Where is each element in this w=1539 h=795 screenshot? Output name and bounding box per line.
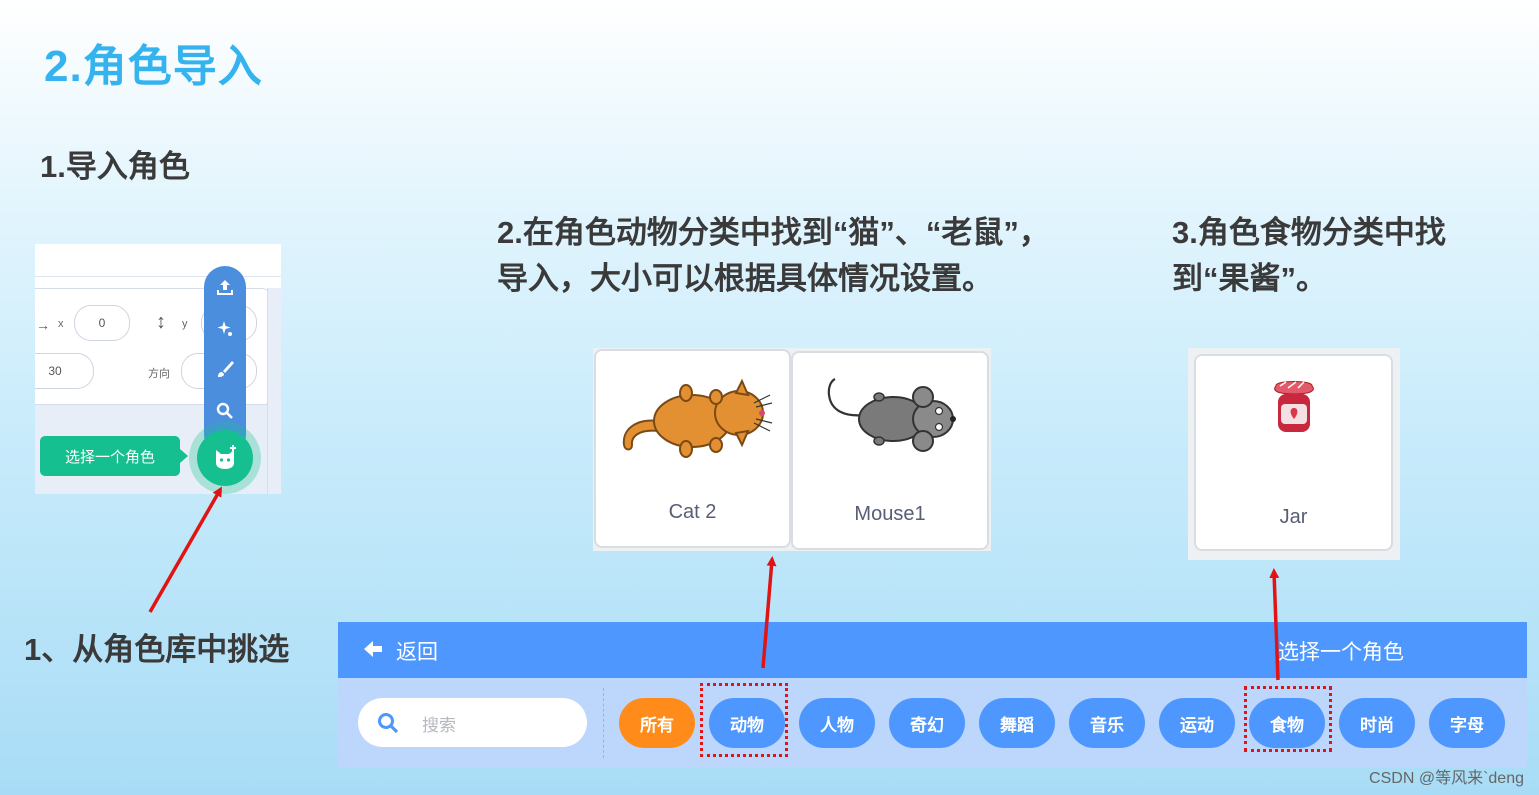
- arrow-to-animal-sprites: [761, 556, 777, 669]
- annotation-arrows: [148, 486, 1280, 681]
- arrow-to-choose-sprite: [148, 486, 222, 613]
- arrow-to-jar-sprite: [1269, 568, 1280, 681]
- watermark: CSDN @等风来`deng: [1369, 770, 1524, 787]
